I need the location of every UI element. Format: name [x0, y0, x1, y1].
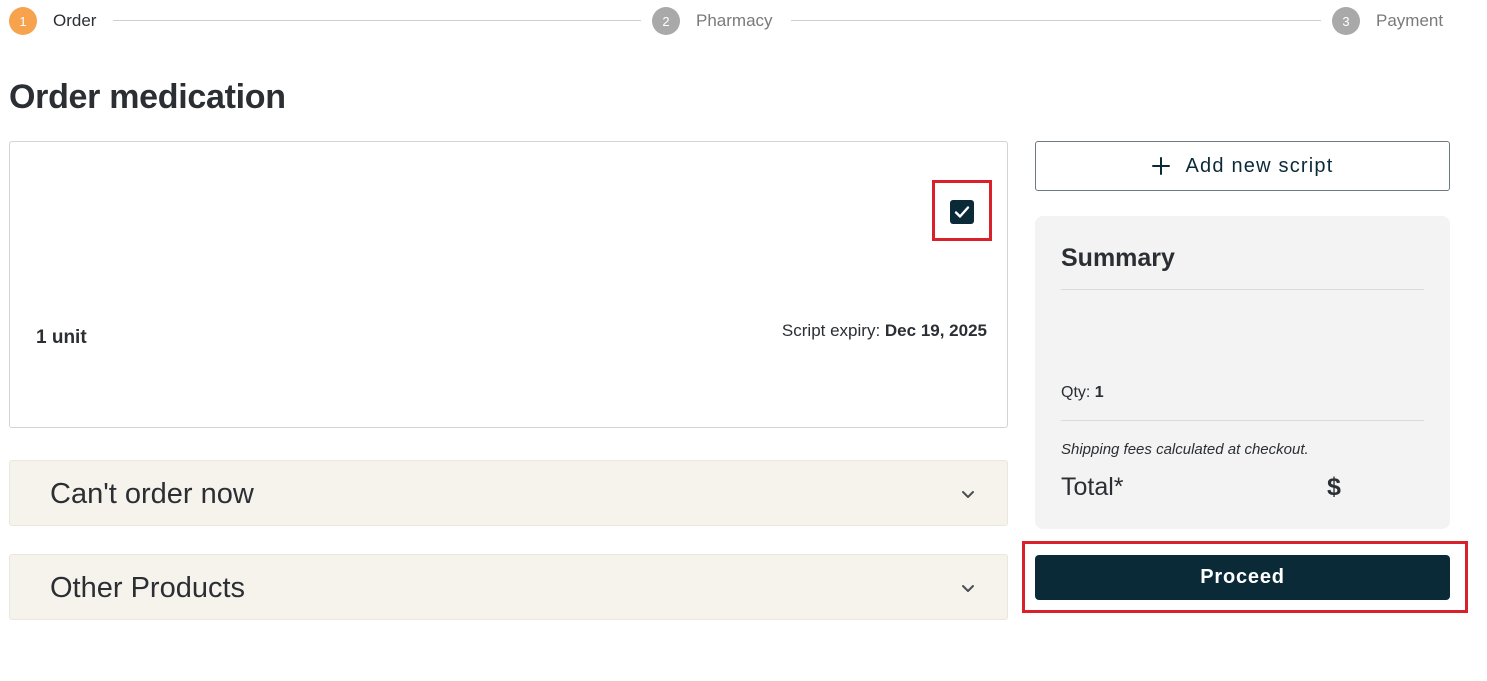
- qty-label: Qty:: [1061, 384, 1091, 401]
- step-connector: [791, 20, 1321, 21]
- step-label: Pharmacy: [696, 11, 773, 30]
- qty-value: 1: [1094, 384, 1104, 401]
- expiry-date: Dec 19, 2025: [884, 321, 987, 340]
- step-label: Payment: [1376, 11, 1444, 30]
- proceed-button[interactable]: Proceed: [1035, 555, 1450, 600]
- total-value: $: [1327, 473, 1341, 501]
- add-new-script-button[interactable]: Add new script: [1035, 141, 1450, 191]
- accordion-other-products[interactable]: Other Products: [9, 554, 1008, 620]
- shipping-note: Shipping fees calculated at checkout.: [1061, 441, 1309, 458]
- script-expiry: Script expiry: Dec 19, 2025: [782, 321, 987, 341]
- accordion-label: Other Products: [50, 572, 246, 604]
- check-icon: [954, 206, 970, 218]
- order-summary-panel: Summary Qty: 1 Shipping fees calculated …: [1035, 216, 1450, 529]
- step-label: Order: [53, 11, 97, 30]
- expiry-label: Script expiry:: [781, 321, 881, 340]
- step-number: 3: [1332, 7, 1360, 35]
- medication-card: [9, 141, 1008, 428]
- add-new-script-label: Add new script: [1185, 154, 1334, 177]
- summary-qty: Qty: 1: [1061, 384, 1104, 402]
- page-title: Order medication: [9, 78, 286, 116]
- accordion-label: Can't order now: [50, 478, 254, 510]
- medication-select-checkbox[interactable]: [950, 200, 974, 224]
- step-pharmacy[interactable]: 2 Pharmacy: [652, 7, 773, 35]
- step-number: 1: [9, 7, 37, 35]
- chevron-down-icon: [962, 491, 974, 498]
- step-order[interactable]: 1 Order: [9, 7, 96, 35]
- total-label: Total*: [1061, 473, 1124, 501]
- summary-divider: [1061, 289, 1424, 290]
- step-connector: [113, 20, 641, 21]
- unit-quantity: 1 unit: [36, 327, 87, 348]
- accordion-cant-order-now[interactable]: Can't order now: [9, 460, 1008, 526]
- plus-icon: [1151, 157, 1170, 175]
- step-number: 2: [652, 7, 680, 35]
- summary-divider: [1061, 420, 1424, 421]
- checkout-stepper: 1 Order 2 Pharmacy 3 Payment: [9, 7, 1451, 35]
- chevron-down-icon: [962, 585, 974, 592]
- summary-title: Summary: [1061, 244, 1175, 272]
- step-payment[interactable]: 3 Payment: [1332, 7, 1443, 35]
